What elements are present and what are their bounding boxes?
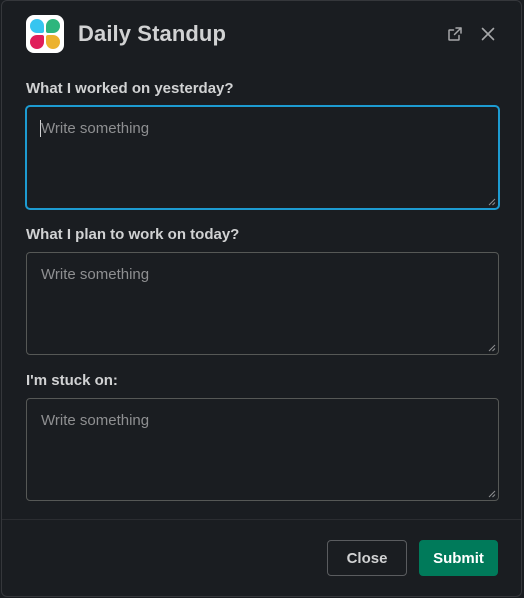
stuck-placeholder: Write something [41,412,150,429]
field-label-yesterday: What I worked on yesterday? [26,80,234,97]
today-placeholder: Write something [41,266,150,283]
app-icon-blob-yellow [46,35,60,49]
resize-handle-icon[interactable] [488,198,496,206]
external-link-icon [448,27,462,41]
slack-app-icon [26,15,64,53]
app-icon-blob-red [30,35,44,49]
resize-handle-icon[interactable] [488,344,496,352]
close-button[interactable]: Close [327,540,407,576]
footer-divider [2,519,521,520]
close-icon [481,27,495,41]
today-textarea[interactable]: Write something [26,252,499,355]
field-label-today: What I plan to work on today? [26,226,240,243]
field-label-stuck: I'm stuck on: [26,372,118,389]
close-modal-button[interactable] [477,23,499,45]
yesterday-textarea[interactable]: Write something [26,106,499,209]
submit-button[interactable]: Submit [419,540,498,576]
popout-button[interactable] [444,23,466,45]
daily-standup-modal: Daily Standup What I worked on yesterday… [1,0,522,597]
app-icon-blob-blue [30,19,44,33]
modal-title: Daily Standup [78,21,226,46]
stuck-textarea[interactable]: Write something [26,398,499,501]
app-icon-blob-green [46,19,60,33]
resize-handle-icon[interactable] [488,490,496,498]
yesterday-placeholder: Write something [41,120,150,137]
modal-header: Daily Standup [2,1,521,71]
